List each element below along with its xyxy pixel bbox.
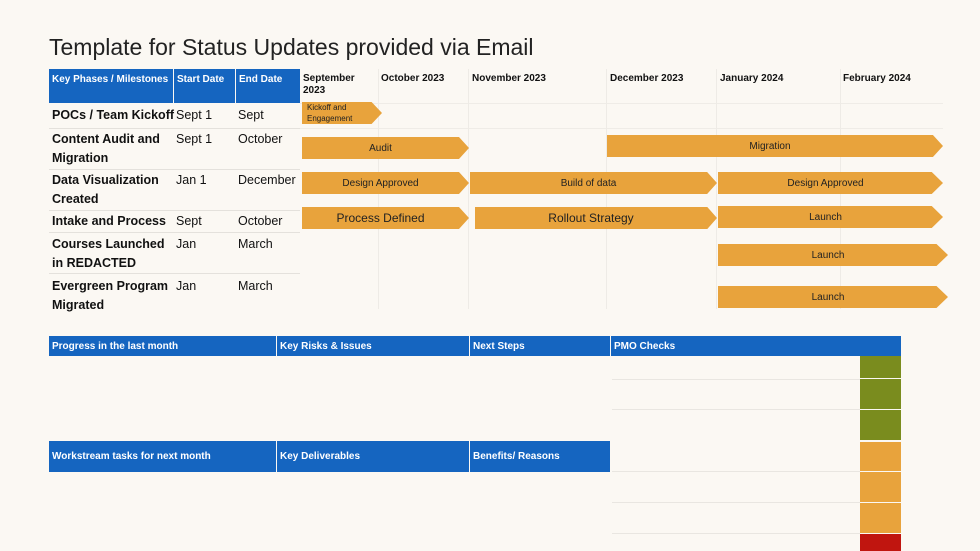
pmo-status-5 xyxy=(860,472,901,502)
month-jan-2024: January 2024 xyxy=(720,73,784,84)
header-pmo-checks: PMO Checks xyxy=(611,336,901,356)
bar-process-defined: Process Defined xyxy=(302,207,469,229)
header-start-date: Start Date xyxy=(174,69,235,103)
bar-launch-1: Launch xyxy=(718,206,943,228)
month-dec-2023: December 2023 xyxy=(610,73,684,84)
bar-rollout-strategy: Rollout Strategy xyxy=(475,207,717,229)
row-phase-5: Courses Launched in REDACTED xyxy=(52,237,165,270)
header-next-steps: Next Steps xyxy=(470,336,610,356)
pmo-status-7 xyxy=(860,534,901,551)
page-title: Template for Status Updates provided via… xyxy=(49,34,534,60)
row-start-6: Jan xyxy=(176,279,197,293)
row-phase-2: Content Audit and Migration xyxy=(52,132,160,165)
pmo-status-6 xyxy=(860,503,901,533)
bar-kickoff: Kickoff and Engagement xyxy=(302,102,382,124)
bar-build-of-data: Build of data xyxy=(470,172,717,194)
pmo-status-1 xyxy=(860,356,901,378)
header-progress: Progress in the last month xyxy=(49,336,276,356)
row-phase-6: Evergreen Program Migrated xyxy=(52,279,169,312)
header-key-phases: Key Phases / Milestones xyxy=(49,69,173,103)
header-key-deliverables: Key Deliverables xyxy=(277,441,469,472)
row-end-2: October xyxy=(238,132,283,146)
row-phase-3: Data Visualization Created xyxy=(52,173,159,206)
header-end-date: End Date xyxy=(236,69,300,103)
month-sep-2023: September 2023 xyxy=(303,73,355,96)
row-start-1: Sept 1 xyxy=(176,108,213,122)
pmo-status-2 xyxy=(860,379,901,409)
header-key-risks: Key Risks & Issues xyxy=(277,336,469,356)
header-benefits: Benefits/ Reasons xyxy=(470,441,610,472)
row-end-1: Sept xyxy=(238,108,264,122)
pmo-status-4 xyxy=(860,442,901,471)
bar-migration: Migration xyxy=(607,135,943,157)
row-start-4: Sept xyxy=(176,214,202,228)
bar-launch-2: Launch xyxy=(718,244,948,266)
row-start-3: Jan 1 xyxy=(176,173,207,187)
pmo-status-3 xyxy=(860,410,901,440)
header-workstream: Workstream tasks for next month xyxy=(49,441,276,472)
month-oct-2023: October 2023 xyxy=(381,73,445,84)
bar-launch-3: Launch xyxy=(718,286,948,308)
row-phase-4: Intake and Process xyxy=(52,214,166,228)
month-feb-2024: February 2024 xyxy=(843,73,911,84)
row-start-2: Sept 1 xyxy=(176,132,213,146)
bar-design-approved-1: Design Approved xyxy=(302,172,469,194)
row-end-5: March xyxy=(238,237,273,251)
row-phase-1: POCs / Team Kickoff xyxy=(52,108,175,122)
bar-design-approved-2: Design Approved xyxy=(718,172,943,194)
row-end-4: October xyxy=(238,214,283,228)
row-end-3: December xyxy=(238,173,296,187)
bar-audit: Audit xyxy=(302,137,469,159)
month-nov-2023: November 2023 xyxy=(472,73,546,84)
row-end-6: March xyxy=(238,279,273,293)
row-start-5: Jan xyxy=(176,237,197,251)
